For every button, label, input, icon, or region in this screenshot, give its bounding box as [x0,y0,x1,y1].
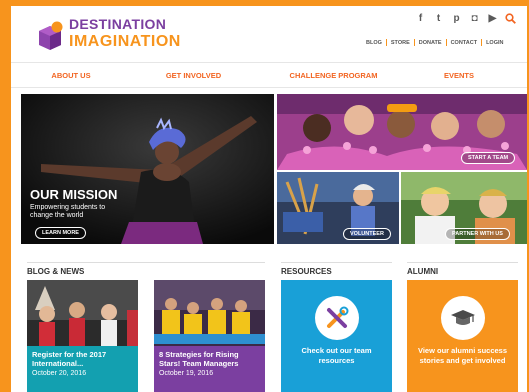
graduation-icon-circle [441,296,485,340]
alumni-text: View our alumni success stories and get … [417,346,508,365]
section-divider [407,262,518,263]
pinterest-icon[interactable]: p [450,12,463,25]
volunteer-tile[interactable]: VOLUNTEER [277,172,399,244]
util-link-contact[interactable]: CONTACT [451,40,477,46]
search-icon[interactable] [504,12,517,25]
partner-tile[interactable]: PARTNER WITH US [401,172,527,244]
logo-text-destination: DESTINATION [69,16,167,32]
alumni-card[interactable]: View our alumni success stories and get … [407,280,518,392]
hero-title: OUR MISSION [30,187,118,202]
nav-challenge-program[interactable]: CHALLENGE PROGRAM [256,71,411,80]
logo-cube-icon [39,21,63,50]
blog-news-heading: BLOG & NEWS [27,267,85,276]
divider [445,39,447,46]
blog-caption: 8 Strategies for Rising Stars! Team Mana… [154,346,265,392]
utility-nav: BLOG STORE DONATE CONTACT LOGIN [366,39,503,46]
logo-text-imagination: IMAGINATION [69,33,181,50]
blog-card[interactable]: Register for the 2017 International... O… [27,280,138,392]
start-a-team-tile[interactable]: START A TEAM [277,94,527,170]
util-link-blog[interactable]: BLOG [366,40,382,46]
divider [385,39,387,46]
nav-events[interactable]: EVENTS [411,71,507,80]
alumni-heading: ALUMNI [407,267,439,276]
util-link-donate[interactable]: DONATE [419,40,442,46]
hero-subtitle: Empowering students to change the world [30,204,106,219]
nav-get-involved[interactable]: GET INVOLVED [131,71,256,80]
hero-performer-image [21,94,274,244]
blog-date: October 19, 2016 [159,370,214,377]
divider [481,39,483,46]
resources-card[interactable]: Check out our team resources [281,280,392,392]
main-nav: ABOUT US GET INVOLVED CHALLENGE PROGRAM … [11,62,527,88]
volunteer-button[interactable]: VOLUNTEER [343,228,391,240]
nav-about-us[interactable]: ABOUT US [11,71,131,80]
tools-icon-circle [315,296,359,340]
tools-icon [327,306,349,328]
hero-mission-panel[interactable]: OUR MISSION Empowering students to chang… [21,94,274,244]
util-link-store[interactable]: STORE [391,40,410,46]
divider [413,39,415,46]
resources-text: Check out our team resources [301,346,372,365]
youtube-icon[interactable]: ▶ [486,12,499,25]
section-divider [27,262,265,263]
page-frame: DESTINATION IMAGINATION f t p ◘ ▶ BLOG S… [11,6,527,392]
resources-heading: RESOURCES [281,267,332,276]
section-divider [281,262,392,263]
blog-card[interactable]: 8 Strategies for Rising Stars! Team Mana… [154,280,265,392]
graduation-cap-icon [451,310,475,325]
social-links: f t p ◘ ▶ [414,12,517,25]
blog-title[interactable]: Register for the 2017 International... [32,350,133,368]
twitter-icon[interactable]: t [432,12,445,25]
learn-more-button[interactable]: LEARN MORE [35,227,86,239]
util-link-login[interactable]: LOGIN [486,40,503,46]
partner-with-us-button[interactable]: PARTNER WITH US [445,228,510,240]
blog-title[interactable]: 8 Strategies for Rising Stars! Team Mana… [159,350,260,368]
blog-date: October 20, 2016 [32,370,87,377]
facebook-icon[interactable]: f [414,12,427,25]
start-a-team-button[interactable]: START A TEAM [461,152,516,164]
instagram-icon[interactable]: ◘ [468,12,481,25]
blog-caption: Register for the 2017 International... O… [27,346,138,392]
